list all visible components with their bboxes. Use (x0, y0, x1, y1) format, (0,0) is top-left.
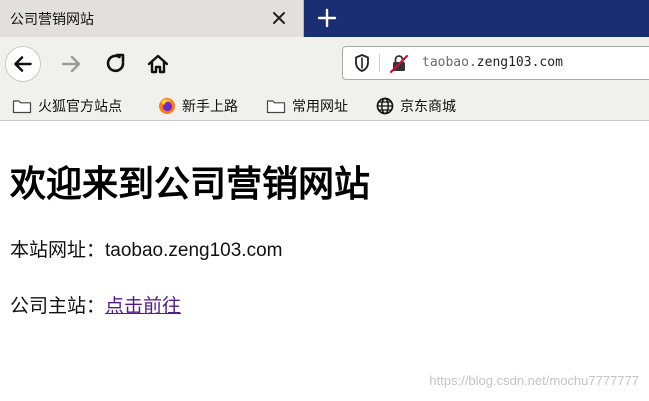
tracking-shield-icon[interactable] (352, 53, 372, 73)
tab-strip: 公司营销网站 (0, 0, 649, 37)
bookmark-label: 火狐官方站点 (38, 99, 122, 115)
main-site-label: 公司主站： (10, 296, 106, 317)
folder-icon (12, 100, 32, 114)
watermark-text: https://blog.csdn.net/mochu7777777 (429, 373, 639, 388)
bookmark-firefox-official[interactable]: 火狐官方站点 (12, 95, 122, 117)
reload-icon[interactable] (98, 46, 134, 82)
forward-arrow-icon[interactable] (54, 46, 90, 82)
folder-icon (266, 100, 286, 114)
url-text[interactable]: taobao.zeng103.com (422, 55, 563, 70)
bookmark-label: 常用网址 (292, 99, 348, 115)
new-tab-icon[interactable] (314, 5, 340, 31)
tab-title: 公司营销网站 (10, 12, 94, 28)
firefox-icon (159, 98, 175, 114)
site-address-line: 本站网址：taobao.zeng103.com (10, 235, 282, 262)
bookmarks-toolbar: 火狐官方站点 新手上路 常用网址 京东商城 (0, 91, 649, 121)
site-address-label: 本站网址： (10, 240, 106, 261)
page-heading: 欢迎来到公司营销网站 (10, 164, 371, 205)
insecure-connection-icon[interactable] (388, 53, 410, 75)
main-site-link[interactable]: 点击前往 (105, 296, 181, 317)
globe-icon (376, 97, 394, 115)
page-content: 欢迎来到公司营销网站 本站网址：taobao.zeng103.com 公司主站：… (0, 121, 649, 401)
browser-window: 公司营销网站 taobao.zeng103.com 火狐官方站点 新手上路 常用… (0, 0, 649, 401)
bookmark-label: 京东商城 (400, 99, 456, 115)
back-arrow-icon[interactable] (5, 46, 41, 82)
url-host-main: taobao. (422, 55, 477, 70)
navigation-toolbar: taobao.zeng103.com (0, 37, 649, 91)
bookmark-common-sites[interactable]: 常用网址 (266, 95, 348, 117)
bookmark-label: 新手上路 (182, 99, 238, 115)
close-tab-icon[interactable] (268, 7, 290, 29)
address-bar[interactable]: taobao.zeng103.com (342, 46, 649, 80)
bookmark-getting-started[interactable]: 新手上路 (158, 95, 238, 117)
bookmark-jd-mall[interactable]: 京东商城 (376, 95, 456, 117)
main-site-line: 公司主站：点击前往 (10, 291, 181, 318)
site-address-value: taobao.zeng103.com (105, 240, 283, 261)
home-icon[interactable] (140, 46, 176, 82)
url-host-rest: zeng103.com (476, 55, 563, 70)
address-bar-divider (379, 54, 380, 72)
tab-active[interactable]: 公司营销网站 (0, 0, 304, 37)
